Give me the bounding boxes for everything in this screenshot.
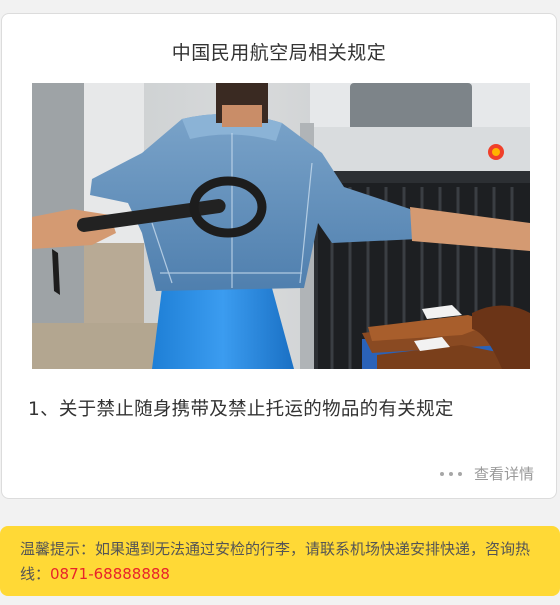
regulation-card[interactable]: 中国民用航空局相关规定 1、关于禁止随身携带及禁止托运的物品的有关规定 查看详情 xyxy=(1,13,557,499)
hotline-number[interactable]: 0871-68888888 xyxy=(50,565,170,583)
view-details-button[interactable]: 查看详情 xyxy=(439,463,534,484)
view-details-label: 查看详情 xyxy=(473,465,534,483)
more-dots-icon xyxy=(439,471,462,476)
regulation-item-link[interactable]: 1、关于禁止随身携带及禁止托运的物品的有关规定 xyxy=(28,395,454,421)
card-title: 中国民用航空局相关规定 xyxy=(171,42,387,64)
notice-banner: 温馨提示：如果遇到无法通过安检的行李，请联系机场快递安排快递，咨询热线：0871… xyxy=(0,526,560,596)
security-check-photo[interactable] xyxy=(32,83,530,369)
